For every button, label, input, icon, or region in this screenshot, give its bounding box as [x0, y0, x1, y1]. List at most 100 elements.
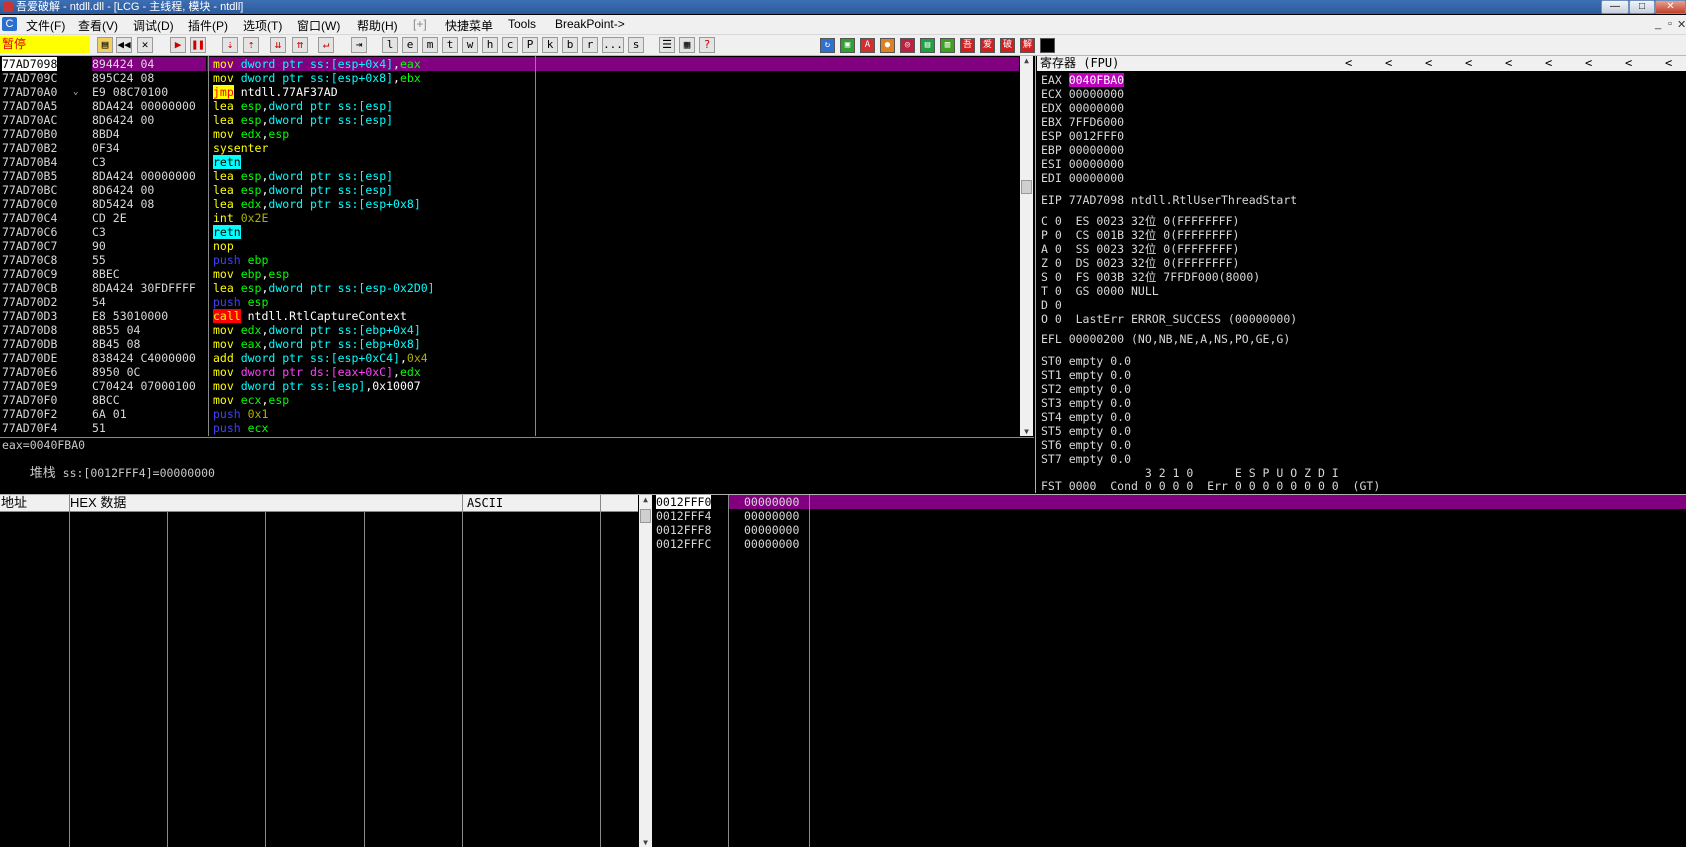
- register-esi[interactable]: ESI 00000000: [1041, 157, 1124, 171]
- refresh-icon[interactable]: ↻: [820, 38, 835, 53]
- efl-register[interactable]: EFL 00000200 (NO,NB,NE,A,NS,PO,GE,G): [1041, 332, 1290, 346]
- mdi-restore-button[interactable]: ▫: [1668, 18, 1672, 30]
- ai-icon[interactable]: 爱: [980, 38, 995, 53]
- fpu-register-row[interactable]: ST4 empty 0.0: [1041, 410, 1131, 424]
- scrollbar-thumb[interactable]: [1021, 180, 1032, 194]
- list-green-icon[interactable]: ▤: [920, 38, 935, 53]
- flag-row[interactable]: Z 0 DS 0023 32位 0(FFFFFFFF): [1041, 256, 1239, 270]
- stack-address[interactable]: 0012FFF8: [656, 523, 711, 537]
- stack-address[interactable]: 0012FFF4: [656, 509, 711, 523]
- flag-row[interactable]: S 0 FS 003B 32位 7FFDF000(8000): [1041, 270, 1260, 284]
- flag-row[interactable]: O 0 LastErr ERROR_SUCCESS (00000000): [1041, 312, 1297, 326]
- scroll-up-icon[interactable]: ▲: [1020, 56, 1033, 65]
- scroll-down-icon[interactable]: ▼: [1020, 427, 1033, 436]
- goto-icon[interactable]: ⇥: [351, 37, 367, 53]
- open-icon[interactable]: ▤: [97, 37, 113, 53]
- maximize-button[interactable]: □: [1629, 0, 1655, 14]
- register-esp[interactable]: ESP 0012FFF0: [1041, 129, 1124, 143]
- handles-window-button[interactable]: h: [482, 37, 498, 53]
- register-nav-arrow-icon[interactable]: <: [1385, 56, 1392, 71]
- menu-add[interactable]: [+]: [413, 17, 427, 31]
- fpu-register-row[interactable]: ST5 empty 0.0: [1041, 424, 1131, 438]
- register-edi[interactable]: EDI 00000000: [1041, 171, 1124, 185]
- dump-scroll-down-icon[interactable]: ▼: [639, 838, 652, 847]
- dump-scrollbar-thumb[interactable]: [640, 509, 651, 523]
- menu-shortcuts[interactable]: 快捷菜单: [445, 17, 493, 34]
- flag-row[interactable]: T 0 GS 0000 NULL: [1041, 284, 1159, 298]
- black-square-icon[interactable]: ■: [1040, 38, 1055, 53]
- menu-tools[interactable]: Tools: [508, 17, 536, 31]
- menu-plugins[interactable]: 插件(P): [188, 17, 228, 34]
- menu-help[interactable]: 帮助(H): [357, 17, 398, 34]
- fpu-register-row[interactable]: ST3 empty 0.0: [1041, 396, 1131, 410]
- register-nav-arrow-icon[interactable]: <: [1425, 56, 1432, 71]
- run-trace-window-button[interactable]: ...: [602, 37, 624, 53]
- stack-value[interactable]: 00000000: [744, 523, 799, 537]
- dump-scroll-up-icon[interactable]: ▲: [639, 495, 652, 504]
- memory-window-button[interactable]: m: [422, 37, 438, 53]
- trace-into-icon[interactable]: ⇊: [270, 37, 286, 53]
- table-icon[interactable]: ▥: [940, 38, 955, 53]
- fpu-register-row[interactable]: ST7 empty 0.0: [1041, 452, 1131, 466]
- register-ecx[interactable]: ECX 00000000: [1041, 87, 1124, 101]
- flag-row[interactable]: P 0 CS 001B 32位 0(FFFFFFFF): [1041, 228, 1239, 242]
- register-nav-arrow-icon[interactable]: <: [1345, 56, 1352, 71]
- stack-value[interactable]: 00000000: [744, 495, 799, 509]
- mdi-minimize-button[interactable]: _: [1655, 18, 1661, 30]
- app-menu-icon[interactable]: C: [2, 17, 17, 31]
- memory-dump-pane[interactable]: 地址 HEX 数据 ASCII ▲ ▼: [0, 495, 652, 847]
- threads-window-button[interactable]: t: [442, 37, 458, 53]
- register-eax[interactable]: EAX 0040FBA0: [1041, 73, 1125, 87]
- register-nav-arrow-icon[interactable]: <: [1585, 56, 1592, 71]
- stack-pane[interactable]: 0012FFF0 00000000 0012FFF4 00000000 0012FFF8…: [654, 495, 1686, 847]
- patches-window-button[interactable]: P: [522, 37, 538, 53]
- fpu-register-row[interactable]: ST2 empty 0.0: [1041, 382, 1131, 396]
- a-icon[interactable]: A: [860, 38, 875, 53]
- list-icon[interactable]: ☰: [659, 37, 675, 53]
- trace-over-icon[interactable]: ⇈: [292, 37, 308, 53]
- stack-address[interactable]: 0012FFFC: [656, 537, 711, 551]
- call-stack-window-button[interactable]: k: [542, 37, 558, 53]
- source-window-button[interactable]: s: [628, 37, 644, 53]
- wu-icon[interactable]: 吾: [960, 38, 975, 53]
- po-icon[interactable]: 破: [1000, 38, 1015, 53]
- register-ebp[interactable]: EBP 00000000: [1041, 143, 1124, 157]
- pause-icon[interactable]: ❚❚: [190, 37, 206, 53]
- help-icon[interactable]: ?: [699, 37, 715, 53]
- menu-file[interactable]: 文件(F): [26, 17, 65, 34]
- eip-register[interactable]: EIP 77AD7098 ntdll.RtlUserThreadStart: [1041, 193, 1297, 207]
- disassembly-pane[interactable]: 77AD7098 894424 04 mov dword ptr ss:[esp+0…: [0, 56, 1034, 436]
- grid-icon[interactable]: ▦: [679, 37, 695, 53]
- fpu-register-row[interactable]: ST1 empty 0.0: [1041, 368, 1131, 382]
- step-over-icon[interactable]: ⇡: [243, 37, 259, 53]
- menu-view[interactable]: 查看(V): [78, 17, 118, 34]
- register-ebx[interactable]: EBX 7FFD6000: [1041, 115, 1124, 129]
- step-into-icon[interactable]: ⇣: [222, 37, 238, 53]
- modules-window-button[interactable]: e: [402, 37, 418, 53]
- log-window-button[interactable]: l: [382, 37, 398, 53]
- restart-icon[interactable]: ◀◀: [116, 37, 132, 53]
- fpu-register-row[interactable]: ST0 empty 0.0: [1041, 354, 1131, 368]
- jie-icon[interactable]: 解: [1020, 38, 1035, 53]
- register-nav-arrow-icon[interactable]: <: [1465, 56, 1472, 71]
- close-process-icon[interactable]: ✕: [137, 37, 153, 53]
- target-icon[interactable]: ◎: [900, 38, 915, 53]
- breakpoints-window-button[interactable]: b: [562, 37, 578, 53]
- registers-pane[interactable]: 寄存器 (FPU) < < < < < < < < < EAX 0040FBA0 ECX 0000…: [1037, 56, 1686, 493]
- circle-icon[interactable]: ●: [880, 38, 895, 53]
- register-nav-arrow-icon[interactable]: <: [1665, 56, 1672, 71]
- dump-scrollbar[interactable]: ▲ ▼: [639, 495, 652, 847]
- execute-till-return-icon[interactable]: ↵: [318, 37, 334, 53]
- plugin-icon[interactable]: ▣: [840, 38, 855, 53]
- run-icon[interactable]: ▶: [170, 37, 186, 53]
- register-nav-arrow-icon[interactable]: <: [1545, 56, 1552, 71]
- flag-row[interactable]: A 0 SS 0023 32位 0(FFFFFFFF): [1041, 242, 1239, 256]
- register-nav-arrow-icon[interactable]: <: [1505, 56, 1512, 71]
- windows-window-button[interactable]: w: [462, 37, 478, 53]
- flag-row[interactable]: D 0: [1041, 298, 1062, 312]
- menu-window[interactable]: 窗口(W): [297, 17, 340, 34]
- stack-address[interactable]: 0012FFF0: [656, 495, 712, 509]
- fst-register[interactable]: FST 0000 Cond 0 0 0 0 Err 0 0 0 0 0 0 0 …: [1041, 479, 1380, 493]
- menu-debug[interactable]: 调试(D): [133, 17, 174, 34]
- close-button[interactable]: ✕: [1655, 0, 1686, 14]
